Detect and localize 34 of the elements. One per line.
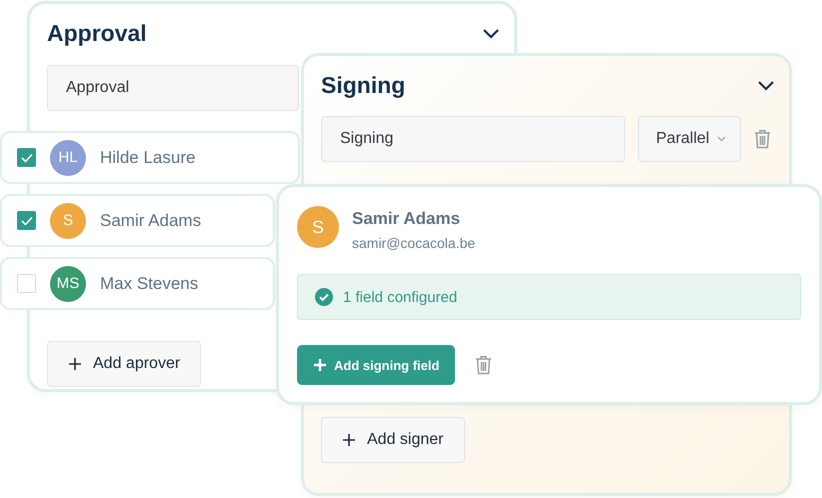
approver-row[interactable]: HL Hilde Lasure xyxy=(0,131,300,184)
avatar: S xyxy=(50,202,86,238)
signer-name: Samir Adams xyxy=(352,209,462,229)
chevron-down-icon[interactable] xyxy=(482,28,500,40)
check-circle-icon xyxy=(315,288,333,306)
plus-icon xyxy=(68,357,82,371)
checkbox[interactable] xyxy=(17,274,36,293)
card-title: Approval xyxy=(47,20,147,47)
add-approver-button[interactable]: Add aprover xyxy=(47,341,202,387)
avatar: HL xyxy=(50,140,86,176)
mode-select[interactable]: Parallel xyxy=(638,116,742,162)
plus-icon xyxy=(313,358,327,372)
card-title: Signing xyxy=(321,72,406,99)
approver-name: Max Stevens xyxy=(100,274,198,294)
avatar: S xyxy=(297,206,339,248)
check-icon xyxy=(20,216,32,226)
check-icon xyxy=(20,152,32,162)
checkbox[interactable] xyxy=(17,148,36,167)
add-signer-button[interactable]: Add signer xyxy=(321,417,464,463)
chevron-down-icon[interactable] xyxy=(757,80,775,92)
approver-name: Samir Adams xyxy=(100,210,202,230)
signer-email: samir@cocacola.be xyxy=(352,235,476,251)
approver-name: Hilde Lasure xyxy=(100,148,196,168)
caret-icon xyxy=(717,136,726,142)
input-field[interactable]: Approval xyxy=(47,65,299,111)
trash-icon[interactable] xyxy=(475,355,492,375)
approver-row[interactable]: S Samir Adams xyxy=(0,194,275,247)
approver-row[interactable]: MS Max Stevens xyxy=(0,257,275,310)
status-text: 1 field configured xyxy=(343,288,458,306)
input-field[interactable]: Signing xyxy=(321,116,625,162)
trash-icon[interactable] xyxy=(754,129,772,149)
avatar: MS xyxy=(50,266,86,302)
checkbox[interactable] xyxy=(17,211,36,230)
plus-icon xyxy=(342,433,356,447)
